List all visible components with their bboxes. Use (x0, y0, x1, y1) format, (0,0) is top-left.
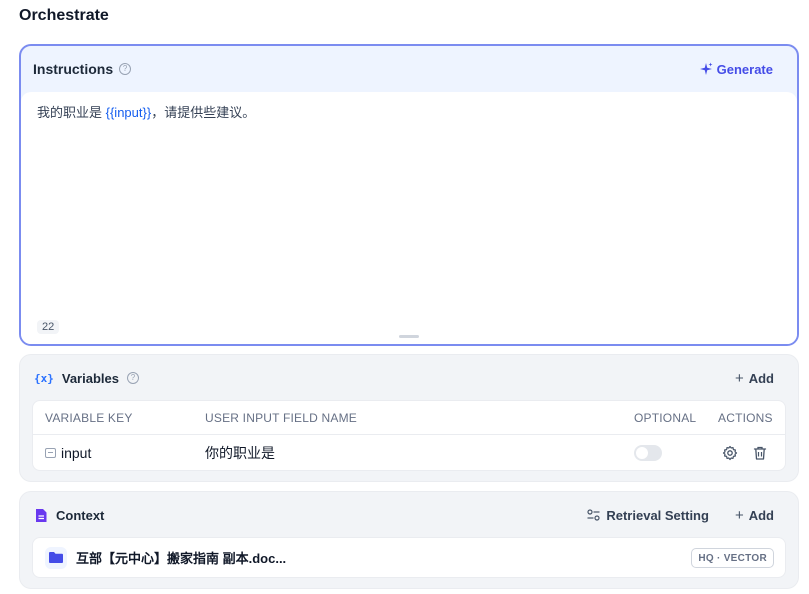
instructions-panel: Instructions ? Generate 我的职业是 {{input}}，… (19, 44, 799, 346)
add-variable-label: Add (748, 370, 774, 386)
table-header: VARIABLE KEY USER INPUT FIELD NAME OPTIO… (33, 401, 785, 435)
instructions-title-group: Instructions ? (33, 61, 132, 77)
row-actions (718, 445, 768, 461)
optional-toggle-cell (634, 445, 662, 461)
page-title: Orchestrate (19, 7, 109, 24)
prompt-editor[interactable]: 我的职业是 {{input}}，请提供些建议。 22 (21, 92, 797, 344)
variables-header: {x} Variables ? + Add (20, 355, 798, 401)
context-title: Context (56, 507, 105, 523)
sliders-icon (587, 509, 600, 521)
settings-gear-icon[interactable] (722, 445, 738, 461)
trash-icon[interactable] (752, 445, 768, 461)
variables-table: VARIABLE KEY USER INPUT FIELD NAME OPTIO… (32, 400, 786, 471)
plus-icon: + (734, 506, 744, 524)
add-context-label: Add (748, 507, 774, 523)
plus-icon: + (734, 369, 744, 387)
folder-icon (45, 546, 67, 569)
add-context-button[interactable]: + Add (735, 507, 774, 524)
context-title-group: Context (34, 508, 104, 523)
column-header-actions: ACTIONS (718, 410, 773, 425)
retrieval-mode-badge: HQ · VECTOR (691, 548, 774, 568)
context-header: Context Retrieval Setting + Add (20, 492, 798, 538)
variable-icon: {x} (34, 371, 54, 385)
generate-label: Generate (716, 61, 773, 77)
generate-button[interactable]: Generate (699, 62, 773, 77)
context-actions: Retrieval Setting + Add (587, 507, 774, 524)
prompt-prefix: 我的职业是 (37, 105, 106, 120)
dataset-item[interactable]: 互部【元中心】搬家指南 副本.doc... HQ · VECTOR (32, 537, 786, 578)
variable-key-cell[interactable]: input (45, 445, 91, 461)
variables-title-group: {x} Variables ? (34, 371, 139, 386)
document-icon (36, 508, 47, 522)
variable-key: input (61, 445, 92, 461)
table-row: input 你的职业是 (33, 435, 785, 471)
column-header-optional: OPTIONAL (634, 410, 697, 425)
optional-toggle[interactable] (634, 445, 662, 461)
add-variable-button[interactable]: + Add (735, 370, 774, 387)
resize-handle[interactable] (399, 335, 419, 338)
column-header-name: USER INPUT FIELD NAME (205, 410, 358, 425)
help-icon[interactable]: ? (119, 63, 132, 75)
prompt-text[interactable]: 我的职业是 {{input}}，请提供些建议。 (37, 104, 255, 122)
text-input-type-icon (45, 448, 56, 458)
help-icon[interactable]: ? (126, 372, 139, 384)
instructions-title: Instructions (33, 61, 114, 77)
prompt-variable-token[interactable]: {{input}} (106, 105, 152, 120)
variables-panel: {x} Variables ? + Add VARIABLE KEY USER … (19, 354, 799, 482)
retrieval-setting-button[interactable]: Retrieval Setting (587, 508, 709, 523)
dataset-name: 互部【元中心】搬家指南 副本.doc... (76, 551, 287, 566)
prompt-suffix: ，请提供些建议。 (151, 105, 256, 120)
retrieval-setting-label: Retrieval Setting (606, 507, 709, 523)
column-header-key: VARIABLE KEY (45, 410, 133, 425)
instructions-header: Instructions ? Generate (21, 46, 797, 92)
field-name[interactable]: 你的职业是 (205, 443, 275, 463)
variables-title: Variables (61, 370, 119, 386)
context-panel: Context Retrieval Setting + Add 互部【元中心】搬… (19, 491, 799, 589)
sparkle-icon (699, 62, 713, 75)
char-count-badge: 22 (37, 320, 60, 334)
